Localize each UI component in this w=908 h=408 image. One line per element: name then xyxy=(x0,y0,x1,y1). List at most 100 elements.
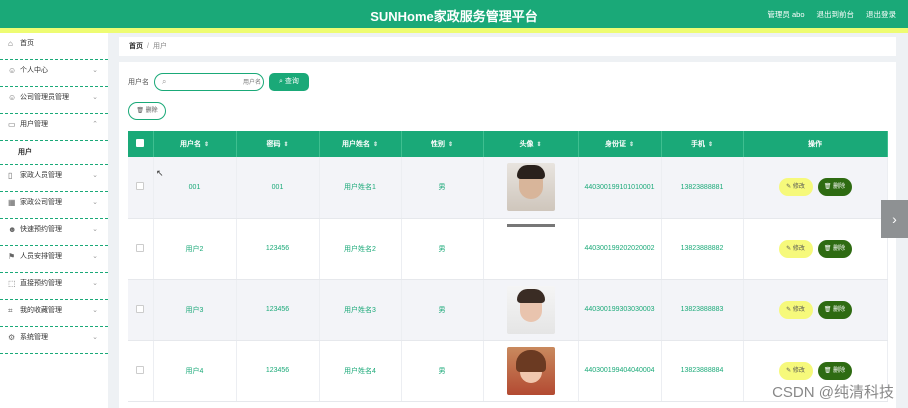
sidebar-item-label: 快速预约管理 xyxy=(20,226,62,233)
sidebar-item-label: 首页 xyxy=(20,40,34,47)
cell-actions: ✎ 修改 🗑︎ 删除 xyxy=(743,279,888,341)
chevron-right-icon: › xyxy=(892,211,897,227)
cell-gender: 男 xyxy=(401,218,484,280)
sidebar-item-user-mgmt[interactable]: ▭ 用户管理 ⌃ xyxy=(0,115,108,141)
cell-idcard: 440300199202020002 xyxy=(578,218,662,280)
carousel-next-arrow[interactable]: › xyxy=(881,200,908,238)
delete-button[interactable]: 🗑︎ 删除 xyxy=(817,178,852,197)
trash-icon: 🗑︎ xyxy=(136,108,146,114)
gear-icon: ⚙ xyxy=(8,333,16,342)
sidebar-item-arrangement[interactable]: ⚑ 人员安排管理 ⌄ xyxy=(0,247,108,273)
cell-name: 用户姓名3 xyxy=(319,279,402,341)
sort-icon: ⇕ xyxy=(707,142,714,148)
cell-password: 123456 xyxy=(236,218,320,280)
grid-icon: ▦ xyxy=(8,198,16,207)
column-header[interactable]: 头像 ⇕ xyxy=(483,131,579,157)
breadcrumb-separator: / xyxy=(147,43,149,50)
row-checkbox[interactable] xyxy=(136,304,145,313)
chevron-down-icon: ⌄ xyxy=(92,334,98,341)
sidebar-item-housekeeper[interactable]: ▯ 家政人员管理 ⌄ xyxy=(0,166,108,192)
flag-icon: ⚑ xyxy=(8,252,16,261)
logout-link[interactable]: 退出登录 xyxy=(866,9,896,20)
frame-icon: ⬚ xyxy=(8,279,16,288)
delete-button[interactable]: 🗑︎ 删除 xyxy=(817,361,852,380)
sidebar-item-home[interactable]: ⌂ 首页 xyxy=(0,34,108,60)
column-header[interactable]: 身份证 ⇕ xyxy=(578,131,662,157)
edit-button[interactable]: ✎ 修改 xyxy=(778,178,813,197)
cell-phone: 13823888881 xyxy=(661,157,744,219)
trash-icon: 🗑︎ xyxy=(823,367,834,374)
sort-icon: ⇕ xyxy=(536,142,542,148)
column-header[interactable]: 手机 ⇕ xyxy=(661,131,744,157)
chevron-down-icon: ⌄ xyxy=(92,280,98,287)
sidebar-subitem-user[interactable]: 用户 xyxy=(0,141,108,165)
cell-password: 001 xyxy=(236,157,320,219)
sidebar-item-label: 我的收藏管理 xyxy=(20,307,62,314)
chevron-up-icon: ⌃ xyxy=(92,121,98,128)
trash-icon: 🗑︎ xyxy=(823,184,834,191)
edit-button[interactable]: ✎ 修改 xyxy=(778,239,813,258)
breadcrumb-home[interactable]: 首页 xyxy=(129,43,143,50)
edit-button[interactable]: ✎ 修改 xyxy=(778,300,813,319)
cell-username: 用户3 xyxy=(153,279,237,341)
chevron-down-icon: ⌄ xyxy=(92,67,98,74)
cell-username: 用户4 xyxy=(153,340,237,402)
edit-button[interactable]: ✎ 修改 xyxy=(778,361,813,380)
users-icon: ☻ xyxy=(8,225,17,234)
sidebar-item-label: 人员安排管理 xyxy=(20,253,62,260)
header-links: 管理员 abo 退出到前台 退出登录 xyxy=(767,9,896,20)
column-header[interactable]: 密码 ⇕ xyxy=(236,131,320,157)
back-to-front-link[interactable]: 退出到前台 xyxy=(817,9,855,20)
sidebar-item-company-admin[interactable]: ☺ 公司管理员管理 ⌄ xyxy=(0,88,108,114)
main-panel: 用户名 ⌕ ⌕ 查询 🗑︎ 删除 用户名⇕ 密码⇕ 用户姓名⇕ 性别⇕ 头像⇕ … xyxy=(119,62,896,408)
monitor-icon: ▭ xyxy=(8,120,16,129)
cell-name: 用户姓名1 xyxy=(319,157,402,219)
search-button[interactable]: ⌕ 查询 xyxy=(269,73,309,91)
row-checkbox[interactable] xyxy=(136,243,145,252)
cell-actions: ✎ 修改 🗑︎ 删除 xyxy=(743,157,888,219)
search-input[interactable] xyxy=(173,76,263,90)
column-header[interactable]: 性别 ⇕ xyxy=(401,131,484,157)
chevron-down-icon: ⌄ xyxy=(92,226,98,233)
user-icon: ☺ xyxy=(8,93,17,102)
user-icon: ☺ xyxy=(8,66,17,75)
sidebar: ⌂ 首页 ☺ 个人中心 ⌄ ☺ 公司管理员管理 ⌄ ▭ 用户管理 ⌃ 用户 ▯ 家政人员管理 ⌄ … xyxy=(0,33,108,408)
chevron-down-icon: ⌄ xyxy=(92,307,98,314)
sidebar-item-label: 公司管理员管理 xyxy=(20,94,69,101)
sidebar-item-company[interactable]: ▦ 家政公司管理 ⌄ xyxy=(0,193,108,219)
row-checkbox[interactable] xyxy=(136,365,145,374)
sidebar-item-system[interactable]: ⚙ 系统管理 ⌄ xyxy=(0,328,108,354)
avatar xyxy=(506,223,555,227)
row-checkbox[interactable] xyxy=(136,182,145,191)
watermark: CSDN @纯清科技 xyxy=(772,384,894,401)
sort-icon: ⇕ xyxy=(283,142,289,148)
sidebar-item-label: 个人中心 xyxy=(20,67,48,74)
sidebar-item-label: 直接预约管理 xyxy=(20,280,62,287)
search-label: 用户名 xyxy=(128,79,149,86)
sidebar-item-label: 系统管理 xyxy=(20,334,48,341)
sort-icon: ⇕ xyxy=(447,142,454,148)
cell-username: 001 xyxy=(153,157,237,219)
search-button-label: 查询 xyxy=(284,78,299,85)
sidebar-item-direct-booking[interactable]: ⬚ 直接预约管理 ⌄ xyxy=(0,274,108,300)
cell-idcard: 440300199404040004 xyxy=(578,340,662,402)
batch-delete-button[interactable]: 🗑︎ 删除 xyxy=(128,102,166,120)
delete-button[interactable]: 🗑︎ 删除 xyxy=(817,239,852,258)
sidebar-item-profile[interactable]: ☺ 个人中心 ⌄ xyxy=(0,61,108,87)
cell-phone: 13823888882 xyxy=(661,218,744,280)
select-all-checkbox[interactable] xyxy=(136,139,145,147)
sidebar-item-favorites[interactable]: ⌗ 我的收藏管理 ⌄ xyxy=(0,301,108,327)
search-box[interactable]: ⌕ xyxy=(154,73,264,91)
breadcrumb-current: 用户 xyxy=(152,43,167,50)
avatar xyxy=(506,285,555,334)
cell-actions: ✎ 修改 🗑︎ 删除 xyxy=(743,218,888,280)
column-header[interactable]: 用户名 ⇕ xyxy=(153,131,237,157)
column-header[interactable]: 用户姓名 ⇕ xyxy=(319,131,402,157)
home-icon: ⌂ xyxy=(8,39,13,48)
sidebar-item-quick-booking[interactable]: ☻ 快速预约管理 ⌄ xyxy=(0,220,108,246)
cell-avatar xyxy=(483,157,579,219)
delete-button[interactable]: 🗑︎ 删除 xyxy=(817,300,852,319)
table-row: 001 001 用户姓名1 男 440300199101010001 13823… xyxy=(128,157,888,219)
sidebar-item-label: 家政人员管理 xyxy=(20,172,62,179)
select-all-cell[interactable] xyxy=(128,131,154,157)
